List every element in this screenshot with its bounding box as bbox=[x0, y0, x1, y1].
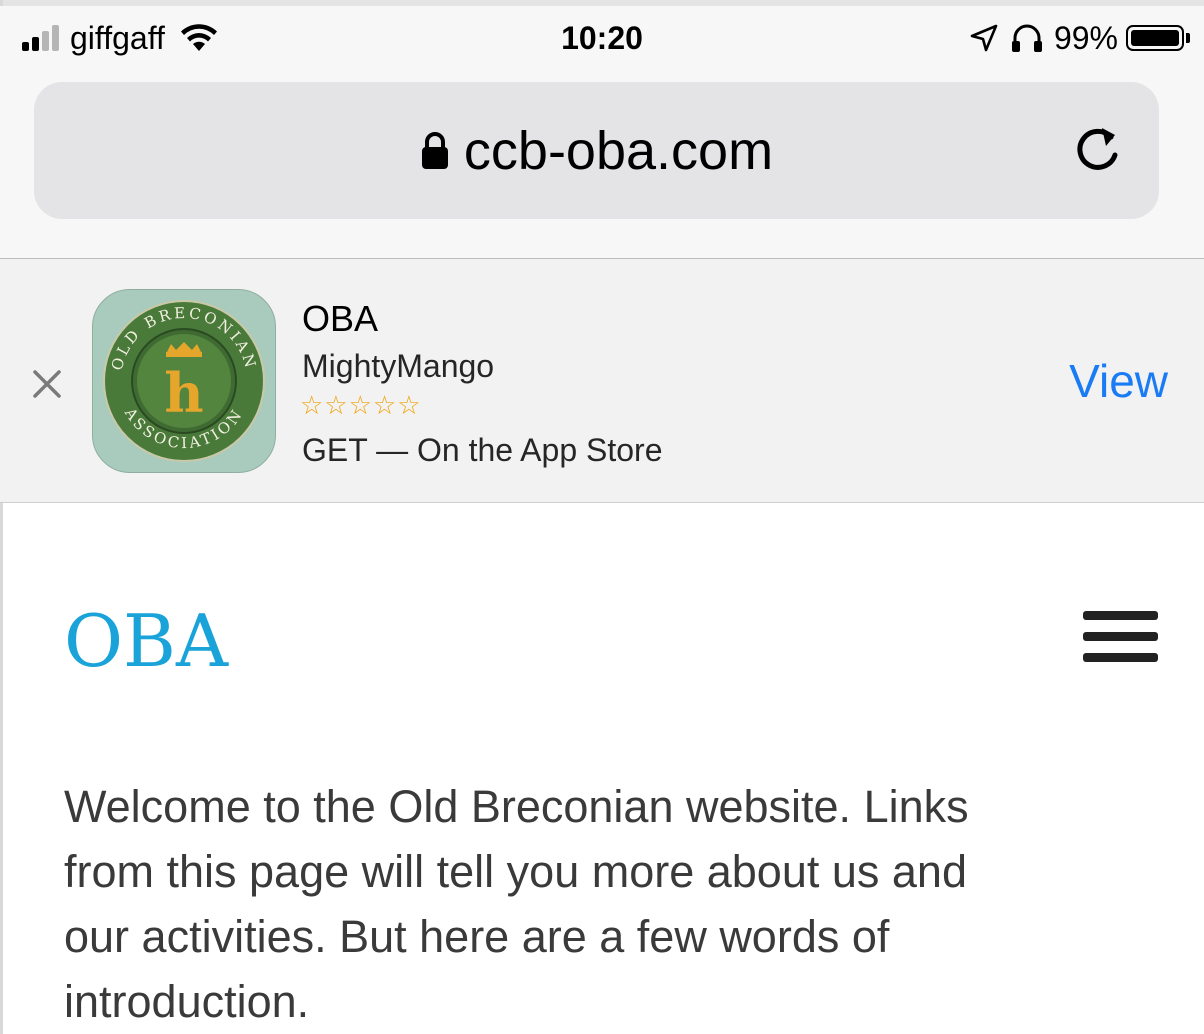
svg-text:h: h bbox=[164, 361, 203, 425]
reload-icon[interactable] bbox=[1071, 122, 1127, 178]
app-name: OBA bbox=[302, 298, 379, 339]
intro-paragraph: Welcome to the Old Breconian website. Li… bbox=[64, 774, 1164, 1034]
url-text: ccb-oba.com bbox=[463, 120, 774, 181]
hamburger-menu-icon[interactable] bbox=[1083, 611, 1158, 663]
intro-line-2: from this page will tell you more about … bbox=[64, 846, 967, 897]
old-breconian-crest-logo: OLD BRECONIAN ASSOCIATION h bbox=[103, 300, 265, 462]
lock-icon bbox=[421, 131, 448, 169]
battery-icon bbox=[1126, 25, 1184, 51]
app-rating-stars: ☆☆☆☆☆ bbox=[300, 391, 422, 421]
status-bar: giffgaff 10:20 99% bbox=[0, 6, 1204, 68]
headphones-icon bbox=[1011, 24, 1042, 52]
browser-toolbar: ccb-oba.com bbox=[0, 68, 1204, 259]
address-bar[interactable]: ccb-oba.com bbox=[34, 82, 1159, 219]
intro-line-1: Welcome to the Old Breconian website. Li… bbox=[64, 781, 969, 832]
status-bar-right: 99% bbox=[970, 20, 1190, 56]
close-icon[interactable] bbox=[30, 367, 64, 401]
smart-app-banner: OLD BRECONIAN ASSOCIATION h OBA MightyMa… bbox=[0, 259, 1204, 503]
intro-line-4: introduction. bbox=[64, 976, 310, 1027]
intro-line-3: our activities. But here are a few words… bbox=[64, 911, 890, 962]
site-title-link[interactable]: OBA bbox=[64, 596, 228, 686]
app-logo: OLD BRECONIAN ASSOCIATION h bbox=[92, 289, 276, 473]
location-arrow-icon bbox=[970, 24, 998, 52]
battery-tip bbox=[1186, 33, 1190, 43]
battery-percentage: 99% bbox=[1053, 20, 1118, 56]
view-app-button[interactable]: View bbox=[1069, 353, 1168, 409]
app-developer: MightyMango bbox=[302, 348, 495, 384]
url-display[interactable]: ccb-oba.com bbox=[34, 82, 1159, 219]
app-store-caption: GET — On the App Store bbox=[302, 432, 663, 468]
